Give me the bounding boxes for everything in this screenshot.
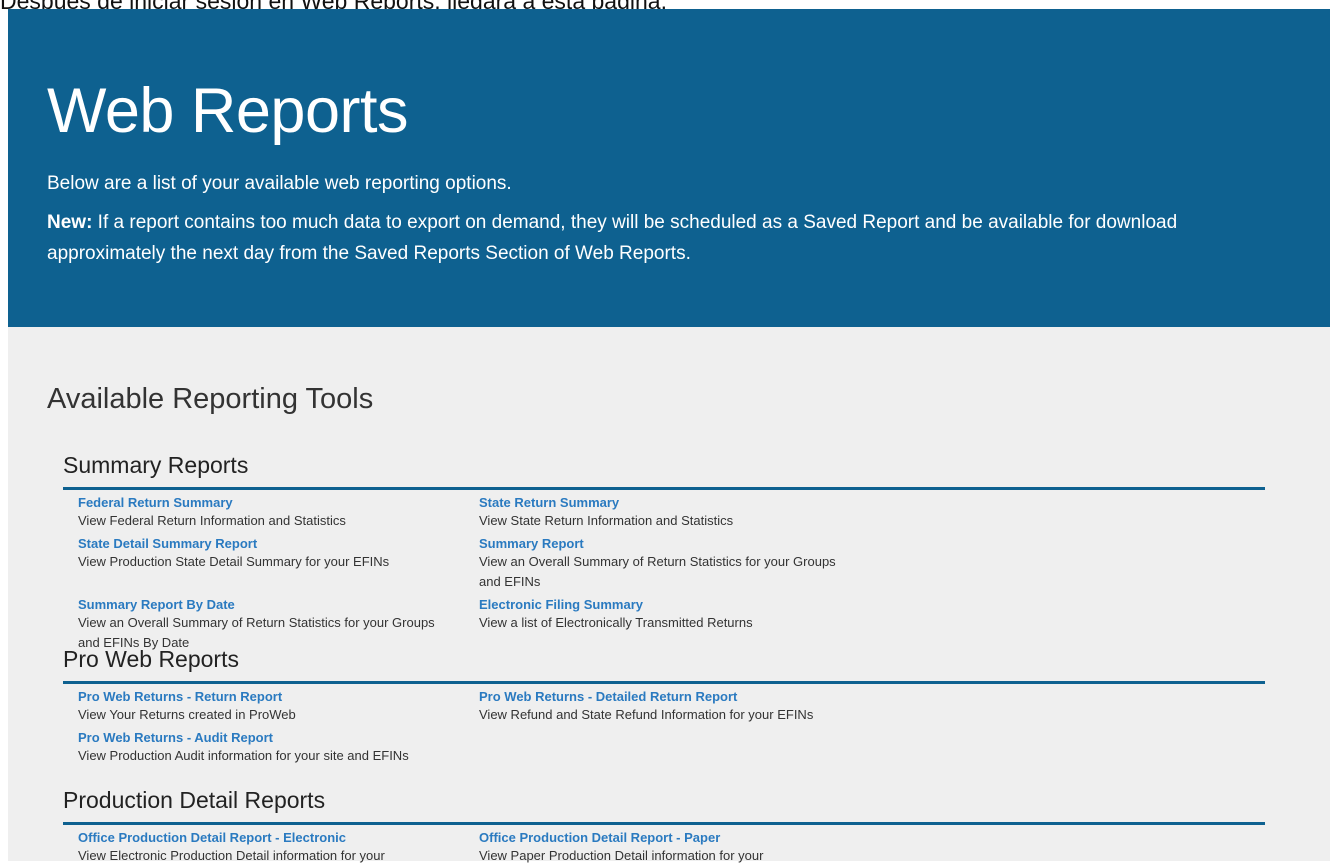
notice-body: If a report contains too much data to ex…	[47, 212, 1178, 264]
report-description: View Federal Return Information and Stat…	[78, 513, 346, 528]
notice-text: New: If a report contains too much data …	[47, 207, 1287, 269]
report-link-office-production-electronic[interactable]: Office Production Detail Report - Electr…	[78, 829, 459, 846]
section-pro-web-reports: Pro Web Reports Pro Web Returns - Return…	[63, 645, 1265, 766]
main-content: Available Reporting Tools Summary Report…	[8, 327, 1330, 863]
report-description: View Production Audit information for yo…	[78, 748, 409, 763]
report-item: State Return Summary View State Return In…	[479, 494, 880, 531]
report-item: Summary Report View an Overall Summary of…	[479, 535, 880, 592]
report-item: Pro Web Returns - Return Report View Your…	[78, 688, 479, 725]
notice-label: New:	[47, 212, 93, 233]
section-title: Pro Web Reports	[63, 646, 239, 672]
report-description: View Your Returns created in ProWeb	[78, 707, 296, 722]
header-banner: Web Reports Below are a list of your ava…	[8, 9, 1330, 327]
report-description: View Paper Production Detail information…	[479, 848, 764, 863]
report-link-proweb-audit-report[interactable]: Pro Web Returns - Audit Report	[78, 729, 459, 746]
intro-text: Below are a list of your available web r…	[47, 173, 512, 194]
page-title: Web Reports	[47, 76, 409, 146]
report-item: Federal Return Summary View Federal Retur…	[78, 494, 479, 531]
report-description: View Production State Detail Summary for…	[78, 554, 390, 569]
section-production-detail-reports: Production Detail Reports Office Product…	[63, 786, 1265, 866]
report-item: Pro Web Returns - Detailed Return Report…	[479, 688, 880, 725]
report-description: View Refund and State Refund Information…	[479, 707, 814, 722]
report-item: Office Production Detail Report - Paper V…	[479, 829, 880, 866]
report-description: View an Overall Summary of Return Statis…	[479, 554, 836, 589]
report-description: View Electronic Production Detail inform…	[78, 848, 385, 863]
report-link-proweb-detailed-return-report[interactable]: Pro Web Returns - Detailed Return Report	[479, 688, 860, 705]
report-link-summary-report-by-date[interactable]: Summary Report By Date	[78, 596, 459, 613]
section-summary-reports: Summary Reports Federal Return Summary Vi…	[63, 451, 1265, 653]
report-link-state-detail-summary[interactable]: State Detail Summary Report	[78, 535, 459, 552]
report-description: View a list of Electronically Transmitte…	[479, 615, 753, 630]
report-link-summary-report[interactable]: Summary Report	[479, 535, 860, 552]
report-item: Pro Web Returns - Audit Report View Produ…	[78, 729, 479, 766]
report-description: View State Return Information and Statis…	[479, 513, 734, 528]
report-item: State Detail Summary Report View Producti…	[78, 535, 479, 592]
section-title: Summary Reports	[63, 452, 249, 478]
report-item: Office Production Detail Report - Electr…	[78, 829, 479, 866]
section-title: Production Detail Reports	[63, 787, 326, 813]
report-link-proweb-return-report[interactable]: Pro Web Returns - Return Report	[78, 688, 459, 705]
report-link-federal-return-summary[interactable]: Federal Return Summary	[78, 494, 459, 511]
report-link-state-return-summary[interactable]: State Return Summary	[479, 494, 860, 511]
report-link-electronic-filing-summary[interactable]: Electronic Filing Summary	[479, 596, 860, 613]
report-link-office-production-paper[interactable]: Office Production Detail Report - Paper	[479, 829, 860, 846]
tools-heading: Available Reporting Tools	[47, 383, 374, 415]
